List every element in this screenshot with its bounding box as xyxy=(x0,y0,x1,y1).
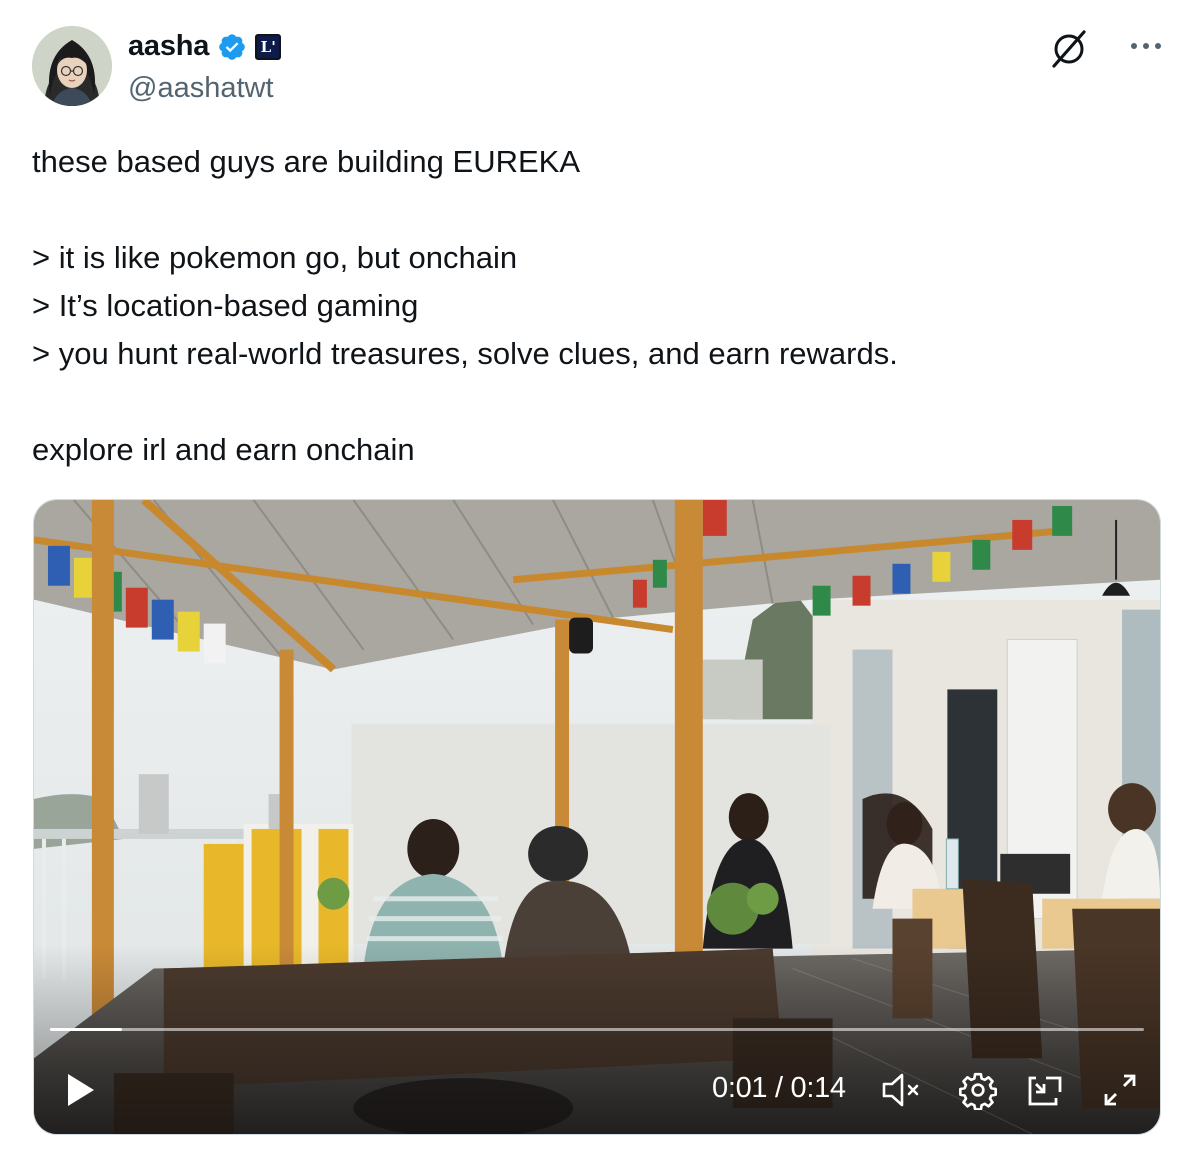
tweet-line: > you hunt real-world treasures, solve c… xyxy=(32,336,898,371)
tweet-line xyxy=(32,378,1162,426)
affiliate-badge-icon[interactable]: L' xyxy=(255,33,282,60)
tweet-line xyxy=(32,186,1162,234)
settings-gear-icon[interactable] xyxy=(958,1070,998,1111)
tweet-line: > it is like pokemon go, but onchain xyxy=(32,240,518,275)
picture-in-picture-icon[interactable] xyxy=(1026,1070,1066,1110)
video-progress-fill xyxy=(50,1028,123,1031)
tweet-line: explore irl and earn onchain xyxy=(32,432,415,467)
grok-icon[interactable] xyxy=(1048,28,1090,70)
tweet-header: aasha L' @aashatwt xyxy=(32,24,1166,108)
video-progress-bar[interactable] xyxy=(50,1028,1144,1031)
more-icon[interactable] xyxy=(1126,28,1166,64)
video-player[interactable]: 0:01 / 0:14 xyxy=(33,499,1161,1135)
display-name[interactable]: aasha xyxy=(128,30,209,63)
handle[interactable]: @aashatwt xyxy=(128,72,274,105)
play-icon[interactable] xyxy=(64,1071,98,1109)
verified-badge-icon[interactable] xyxy=(217,32,247,62)
video-time: 0:01 / 0:14 xyxy=(712,1072,846,1104)
tweet-line: these based guys are building EUREKA xyxy=(32,144,580,179)
fullscreen-icon[interactable] xyxy=(1100,1070,1140,1110)
video-frame[interactable] xyxy=(34,500,1160,1134)
name-row: aasha L' xyxy=(128,30,282,63)
tweet-line: > It’s location-based gaming xyxy=(32,288,419,323)
tweet-text: these based guys are building EUREKA > i… xyxy=(32,138,1162,474)
volume-muted-icon[interactable] xyxy=(880,1070,920,1110)
avatar[interactable] xyxy=(32,26,112,106)
